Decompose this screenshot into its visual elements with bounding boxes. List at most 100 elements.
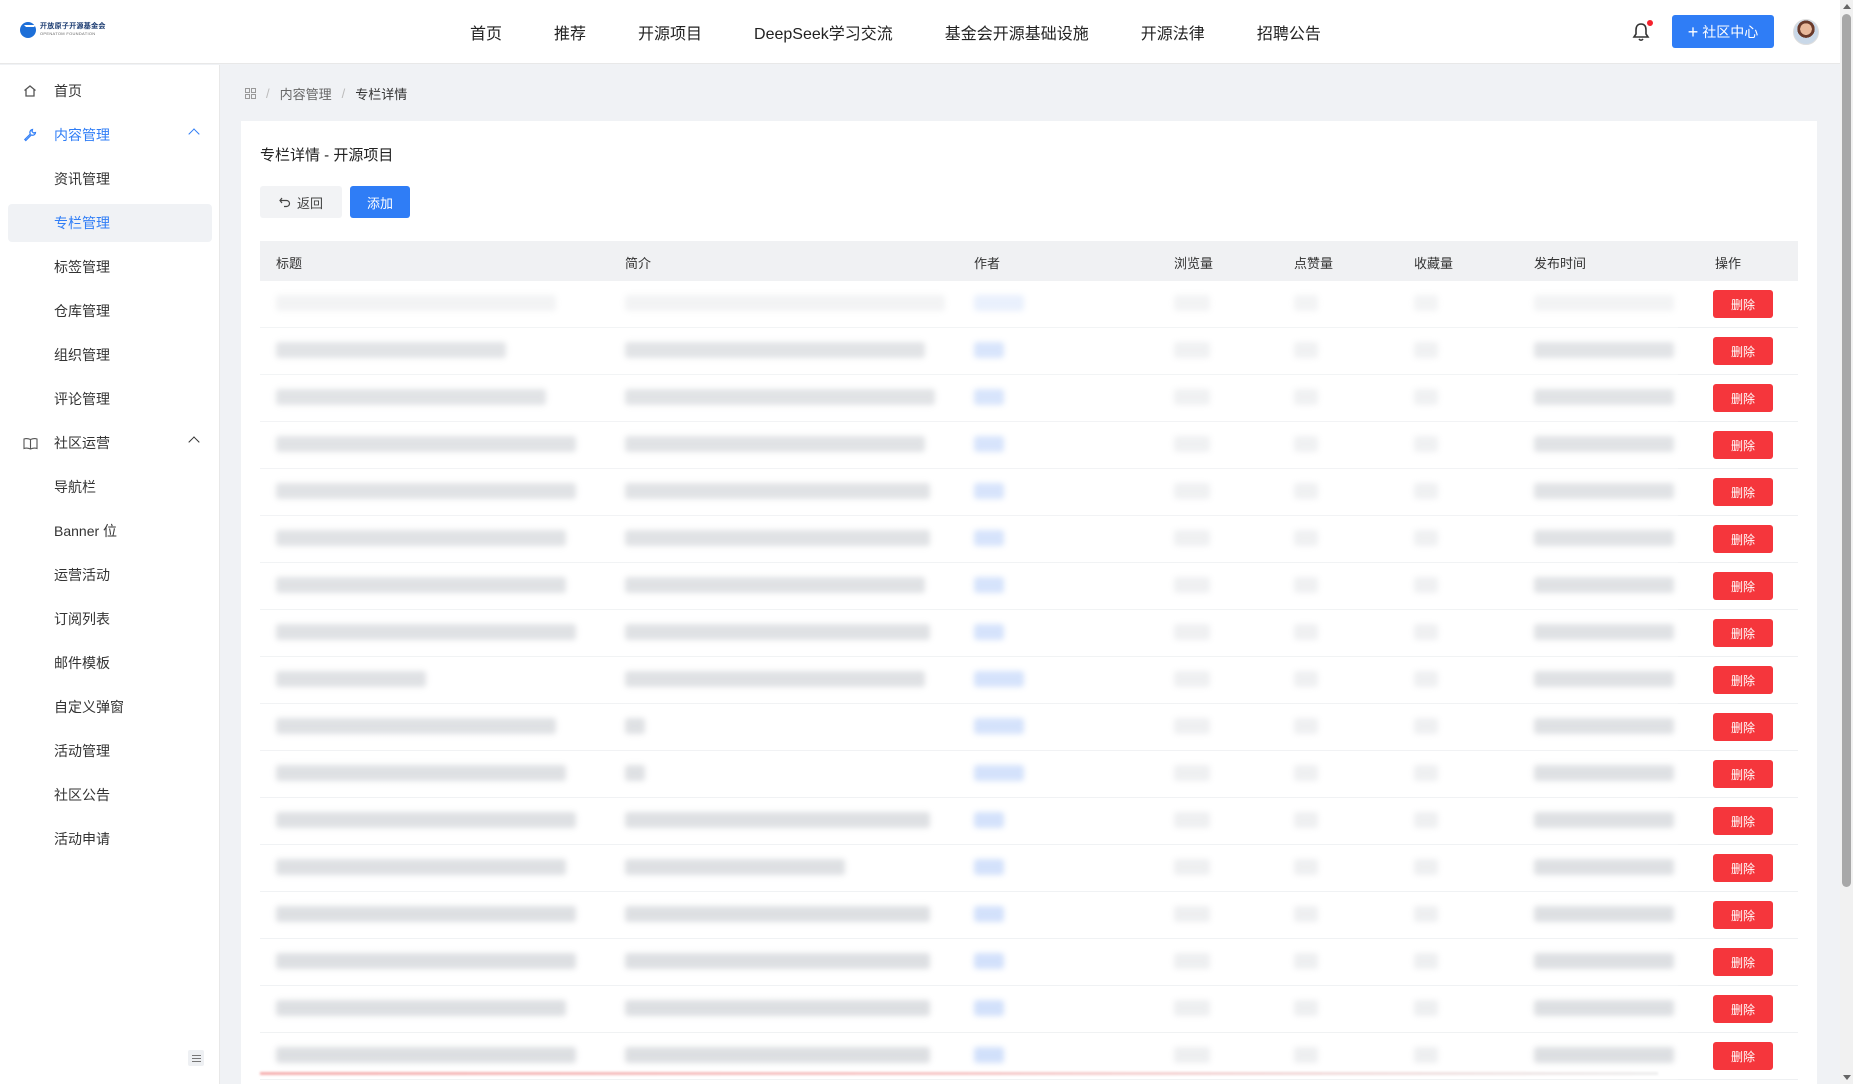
sidebar-item-comments[interactable]: 评论管理	[8, 380, 212, 418]
scrollbar-thumb[interactable]	[1842, 14, 1851, 887]
delete-button[interactable]: 删除	[1713, 713, 1773, 741]
cell-author[interactable]	[974, 295, 1024, 311]
apps-grid-icon[interactable]	[245, 88, 256, 99]
cell-publish-time	[1534, 906, 1674, 922]
cell-views	[1174, 718, 1210, 734]
cell-author[interactable]	[974, 718, 1024, 734]
nav-recruitment[interactable]: 招聘公告	[1257, 20, 1321, 44]
breadcrumb: / 内容管理 / 专栏详情	[245, 84, 407, 103]
cell-author[interactable]	[974, 436, 1004, 452]
cell-author[interactable]	[974, 389, 1004, 405]
cell-author[interactable]	[974, 953, 1004, 969]
sidebar-item-event-applications[interactable]: 活动申请	[8, 820, 212, 858]
cell-author[interactable]	[974, 577, 1004, 593]
table-row: 删除	[260, 281, 1798, 328]
cell-author[interactable]	[974, 812, 1004, 828]
delete-button[interactable]: 删除	[1713, 760, 1773, 788]
sidebar-item-navbar[interactable]: 导航栏	[8, 468, 212, 506]
sidebar-item-label: 专栏管理	[54, 215, 110, 231]
cell-author[interactable]	[974, 624, 1004, 640]
cell-author[interactable]	[974, 765, 1024, 781]
cell-favorites	[1414, 342, 1438, 358]
breadcrumb-content-management[interactable]: 内容管理	[280, 84, 332, 103]
delete-button[interactable]: 删除	[1713, 572, 1773, 600]
delete-button[interactable]: 删除	[1713, 290, 1773, 318]
sidebar-item-repos[interactable]: 仓库管理	[8, 292, 212, 330]
th-favorites: 收藏量	[1414, 256, 1454, 271]
sidebar-item-label: 运营活动	[54, 567, 110, 583]
delete-button[interactable]: 删除	[1713, 337, 1773, 365]
cell-author[interactable]	[974, 671, 1024, 687]
sidebar-item-banner[interactable]: Banner 位	[8, 512, 212, 550]
delete-button[interactable]: 删除	[1713, 807, 1773, 835]
book-icon	[22, 435, 38, 451]
nav-deepseek[interactable]: DeepSeek学习交流	[754, 20, 893, 44]
sidebar-item-column[interactable]: 专栏管理	[8, 204, 212, 242]
sidebar-group-content-management[interactable]: 内容管理	[8, 116, 212, 154]
sidebar-item-news[interactable]: 资讯管理	[8, 160, 212, 198]
sidebar-item-home[interactable]: 首页	[8, 72, 212, 110]
page-scrollbar[interactable]	[1840, 0, 1853, 1084]
sidebar-item-label: 订阅列表	[54, 611, 110, 627]
delete-button[interactable]: 删除	[1713, 854, 1773, 882]
scroll-down-arrow-icon[interactable]	[1843, 1075, 1851, 1080]
sidebar-item-orgs[interactable]: 组织管理	[8, 336, 212, 374]
cell-author[interactable]	[974, 342, 1004, 358]
sidebar-item-tags[interactable]: 标签管理	[8, 248, 212, 286]
delete-button[interactable]: 删除	[1713, 948, 1773, 976]
nav-legal[interactable]: 开源法律	[1141, 20, 1205, 44]
delete-button[interactable]: 删除	[1713, 901, 1773, 929]
notification-bell-icon[interactable]	[1632, 20, 1653, 42]
cell-views	[1174, 812, 1210, 828]
sidebar-item-label: 内容管理	[54, 127, 110, 143]
nav-recommend[interactable]: 推荐	[554, 20, 586, 44]
cell-likes	[1294, 953, 1318, 969]
cell-favorites	[1414, 859, 1438, 875]
sidebar-item-subscriptions[interactable]: 订阅列表	[8, 600, 212, 638]
back-button[interactable]: 返回	[260, 186, 342, 218]
cell-title	[276, 295, 556, 311]
community-center-button[interactable]: + 社区中心	[1672, 15, 1774, 48]
user-avatar[interactable]	[1793, 19, 1819, 45]
sidebar-group-community-ops[interactable]: 社区运营	[8, 424, 212, 462]
cell-author[interactable]	[974, 859, 1004, 875]
top-header: 开放原子开源基金会 OPENATOM FOUNDATION 首页 推荐 开源项目…	[0, 0, 1840, 64]
cell-author[interactable]	[974, 906, 1004, 922]
cell-summary	[625, 530, 930, 546]
nav-home[interactable]: 首页	[470, 20, 502, 44]
cell-views	[1174, 577, 1210, 593]
add-button[interactable]: 添加	[350, 186, 410, 218]
foundation-logo[interactable]: 开放原子开源基金会 OPENATOM FOUNDATION	[20, 22, 106, 38]
delete-button[interactable]: 删除	[1713, 525, 1773, 553]
cell-publish-time	[1534, 530, 1674, 546]
cell-favorites	[1414, 389, 1438, 405]
cell-likes	[1294, 483, 1318, 499]
nav-infrastructure[interactable]: 基金会开源基础设施	[945, 20, 1089, 44]
sidebar-item-custom-popups[interactable]: 自定义弹窗	[8, 688, 212, 726]
cell-author[interactable]	[974, 1000, 1004, 1016]
cell-summary	[625, 1000, 930, 1016]
delete-button[interactable]: 删除	[1713, 666, 1773, 694]
sidebar-item-email-templates[interactable]: 邮件模板	[8, 644, 212, 682]
sidebar-item-campaigns[interactable]: 运营活动	[8, 556, 212, 594]
delete-button[interactable]: 删除	[1713, 431, 1773, 459]
page-title: 专栏详情 - 开源项目	[260, 147, 394, 164]
table-row: 删除	[260, 892, 1798, 939]
sidebar-item-label: 自定义弹窗	[54, 699, 124, 715]
table-row: 删除	[260, 798, 1798, 845]
delete-button[interactable]: 删除	[1713, 995, 1773, 1023]
sidebar-item-events[interactable]: 活动管理	[8, 732, 212, 770]
delete-button[interactable]: 删除	[1713, 1042, 1773, 1070]
delete-button[interactable]: 删除	[1713, 478, 1773, 506]
sidebar-collapse-icon[interactable]	[188, 1050, 204, 1066]
cell-author[interactable]	[974, 483, 1004, 499]
sidebar-item-announcements[interactable]: 社区公告	[8, 776, 212, 814]
cell-author[interactable]	[974, 1047, 1004, 1063]
nav-open-source-projects[interactable]: 开源项目	[638, 20, 702, 44]
delete-button[interactable]: 删除	[1713, 384, 1773, 412]
delete-button[interactable]: 删除	[1713, 619, 1773, 647]
table-row: 删除	[260, 422, 1798, 469]
scroll-up-arrow-icon[interactable]	[1843, 4, 1851, 9]
cell-summary	[625, 295, 945, 311]
cell-author[interactable]	[974, 530, 1004, 546]
